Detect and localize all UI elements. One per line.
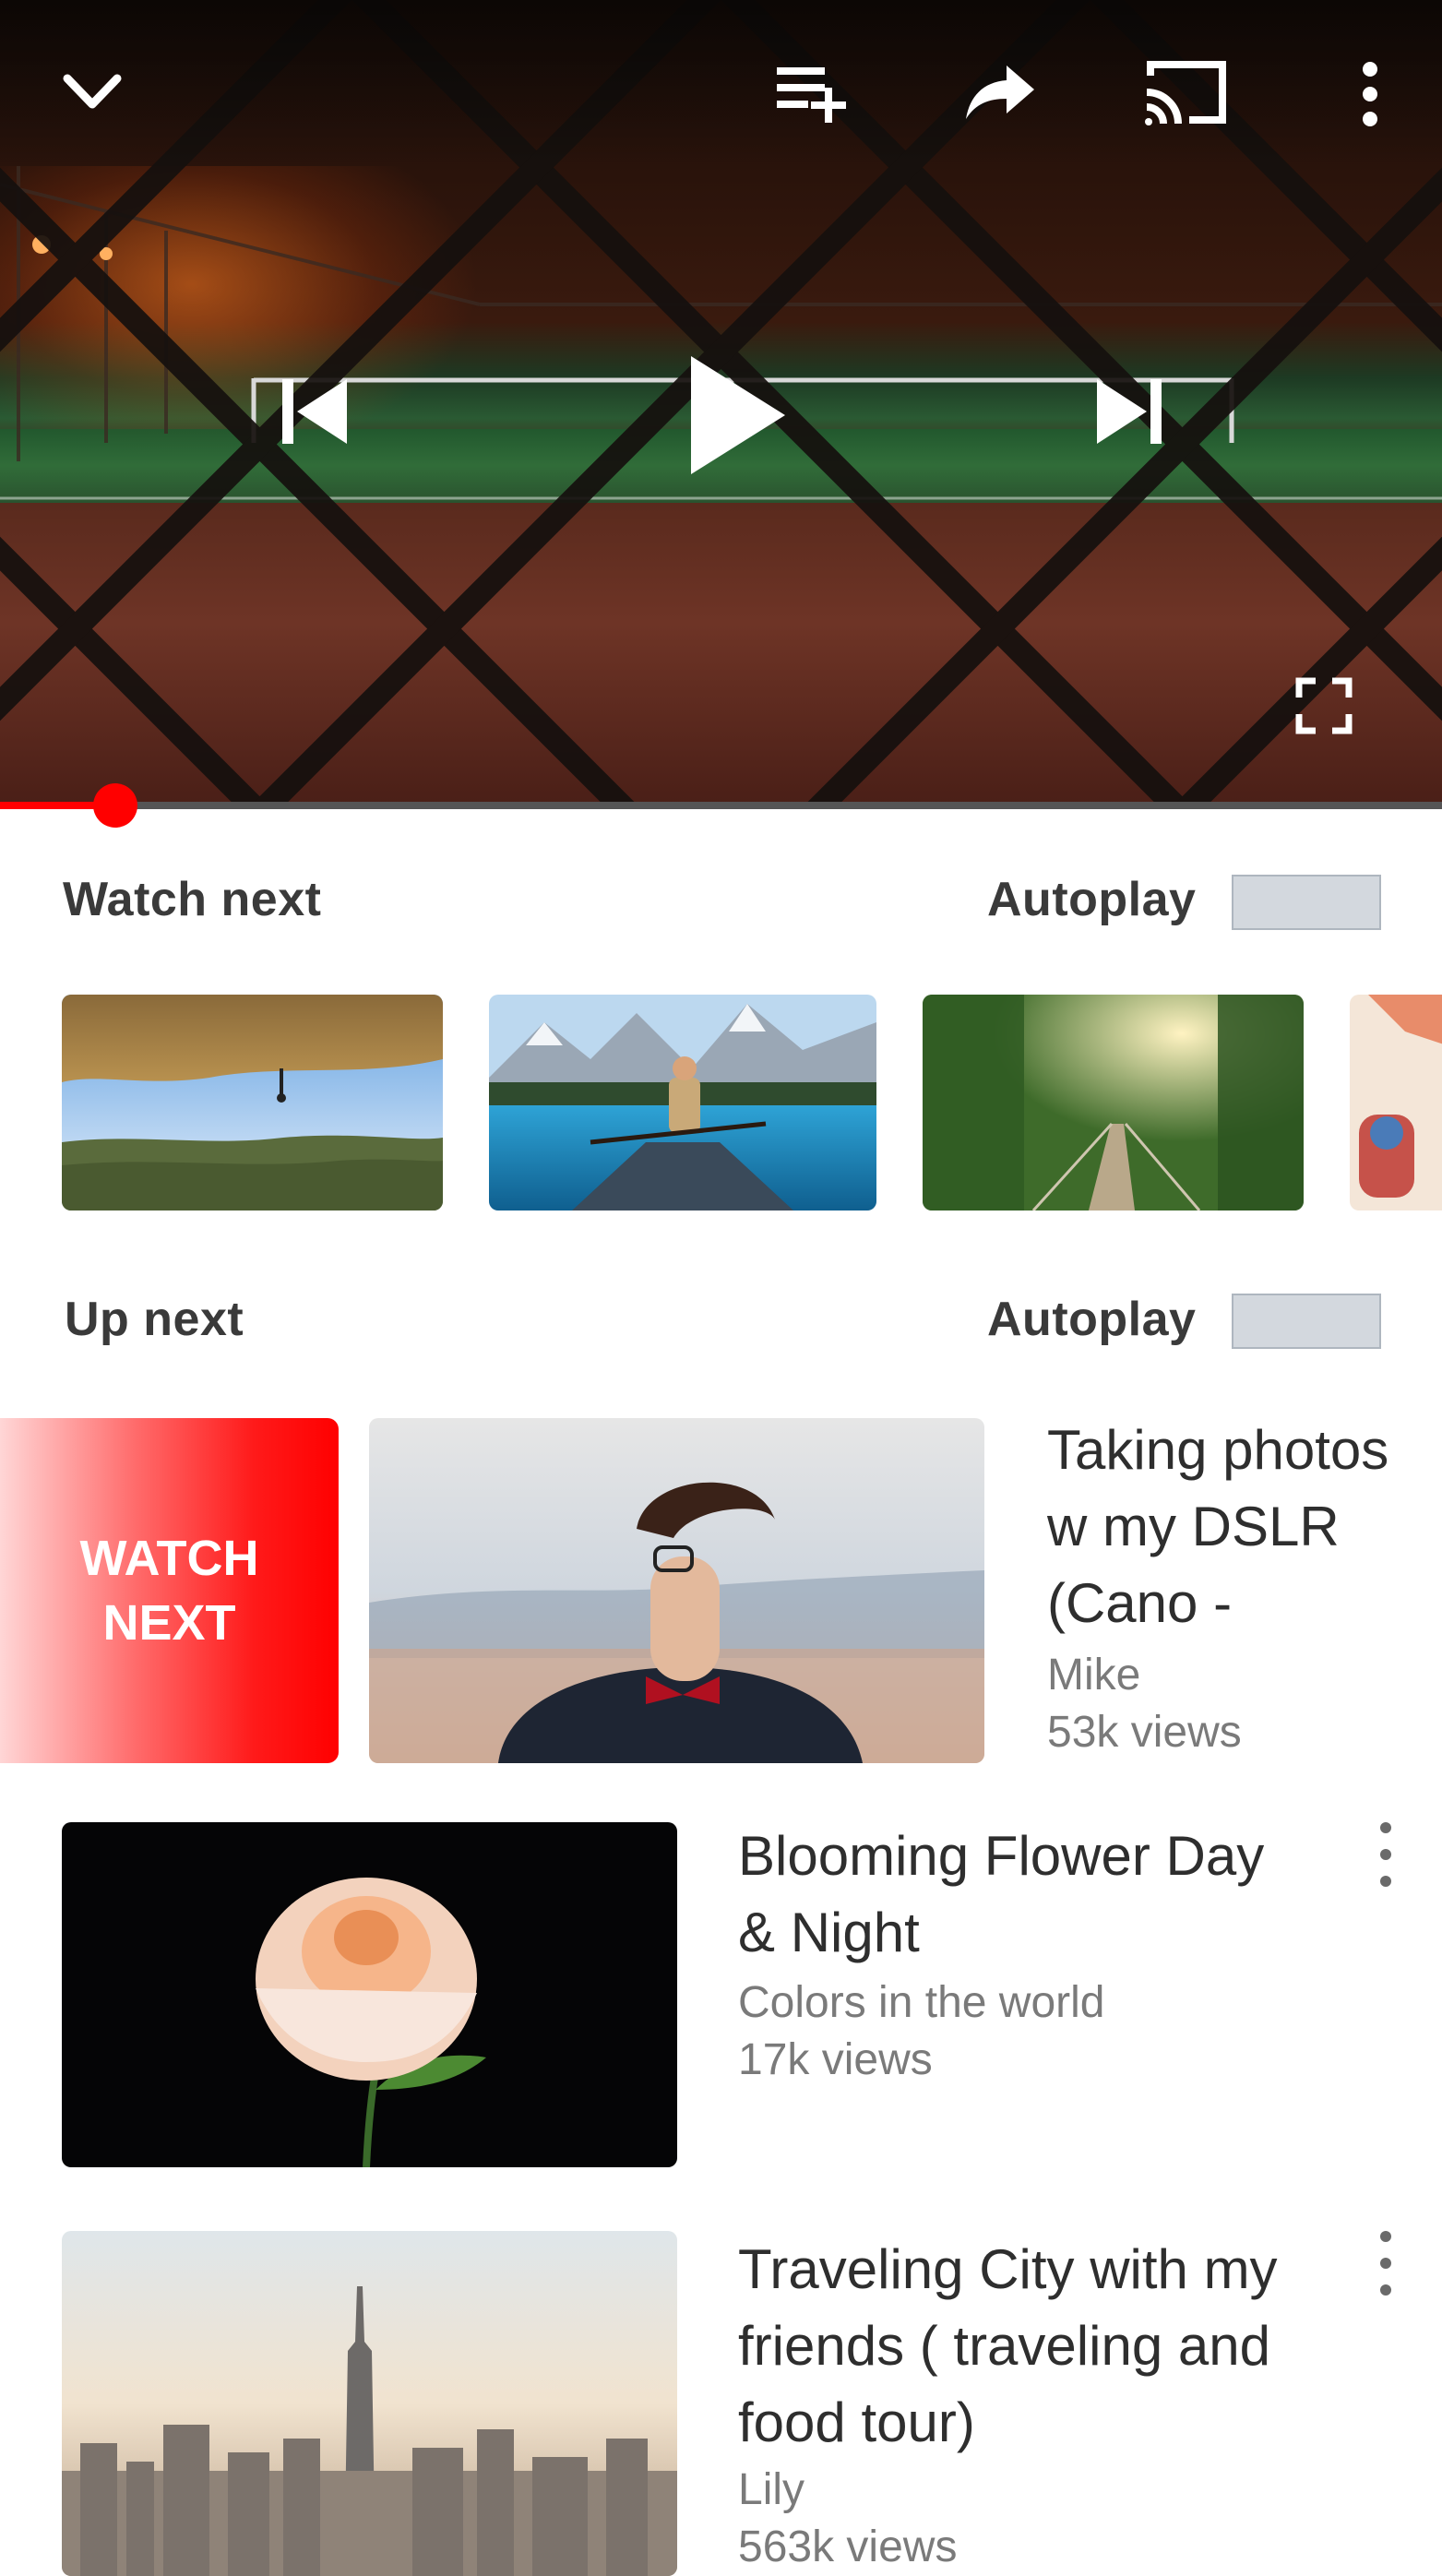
more-vert-icon[interactable] [1367,2231,1404,2296]
video-views: 563k views [738,2522,958,2571]
progress-scrubber[interactable] [93,783,137,828]
video-title[interactable]: Taking photos w my DSLR (Cano -September… [1047,1412,1442,1642]
watch-next-thumb-forest-bridge[interactable] [923,995,1304,1210]
video-channel: Lily [738,2465,805,2514]
fullscreen-icon[interactable] [1292,674,1356,738]
skip-next-icon[interactable] [1089,369,1172,452]
watch-next-autoplay-label: Autoplay [987,873,1197,926]
video-views: 53k views [1047,1708,1242,1757]
video-thumb-dslr[interactable] [369,1418,984,1763]
more-vert-icon[interactable] [1367,1822,1404,1887]
video-thumb-flower[interactable] [62,1822,677,2167]
up-next-heading: Up next [65,1293,244,1346]
chevron-down-icon[interactable] [51,55,134,129]
play-icon[interactable] [678,346,798,484]
video-title[interactable]: Traveling City with my friends ( traveli… [738,2231,1338,2461]
skip-previous-icon[interactable] [272,369,355,452]
cast-icon[interactable] [1139,54,1232,131]
watch-next-thumb-partial[interactable] [1350,995,1442,1210]
video-channel: Colors in the world [738,1978,1105,2027]
progress-track[interactable] [0,802,1442,809]
up-next-autoplay-toggle[interactable] [1232,1294,1381,1349]
video-channel: Mike [1047,1651,1141,1699]
share-arrow-icon[interactable] [959,55,1043,129]
watch-next-thumb-climber[interactable] [62,995,443,1210]
video-title[interactable]: Blooming Flower Day & Night [738,1818,1292,1971]
up-next-autoplay-label: Autoplay [987,1293,1197,1346]
more-vert-icon[interactable] [1347,55,1393,133]
playlist-add-icon[interactable] [770,55,858,129]
watch-next-thumb-canoe[interactable] [489,995,876,1210]
video-player[interactable] [0,0,1442,805]
watch-next-heading: Watch next [63,873,322,926]
video-thumb-city[interactable] [62,2231,677,2576]
watch-next-badge-label: WATCH NEXT [79,1531,259,1651]
watch-next-autoplay-toggle[interactable] [1232,875,1381,930]
video-views: 17k views [738,2035,933,2084]
watch-next-swipe-action[interactable]: WATCH NEXT [0,1418,339,1763]
